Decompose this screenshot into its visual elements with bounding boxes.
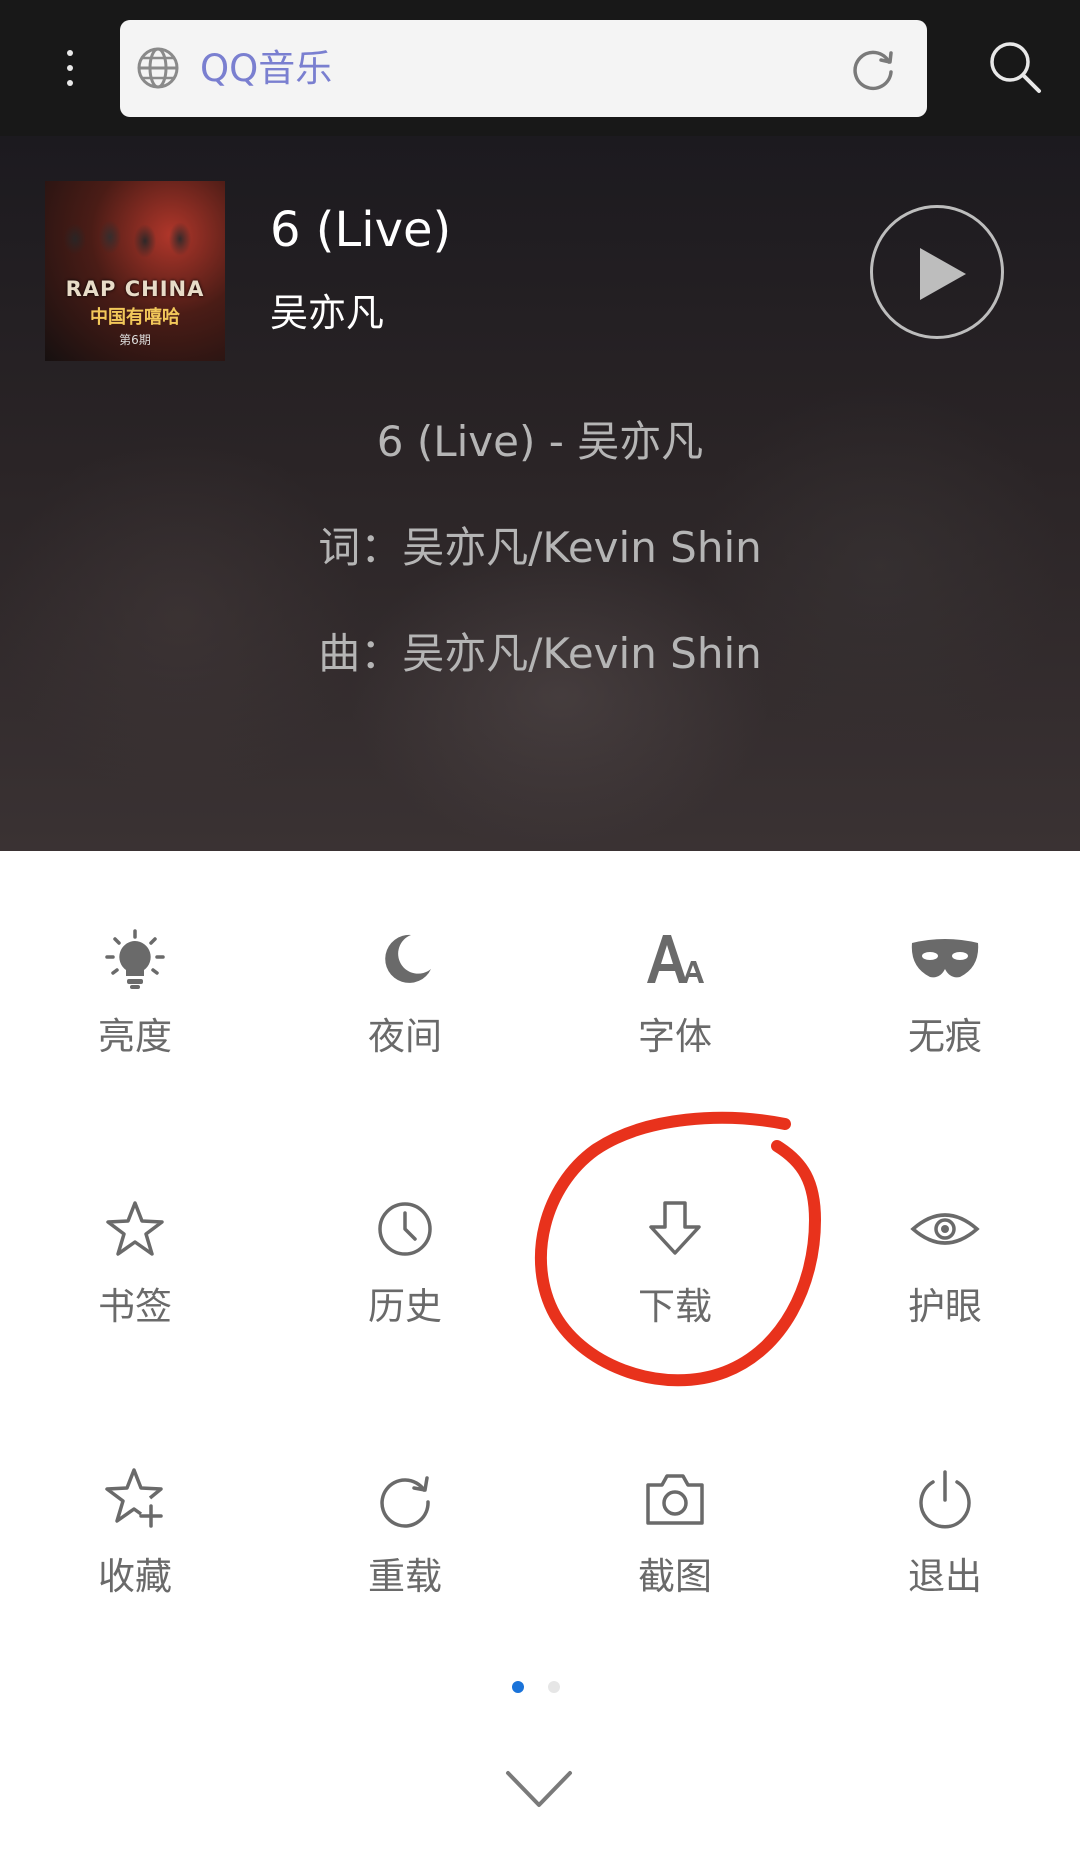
brightness-icon (100, 924, 170, 994)
song-title: 6 (Live) (270, 202, 452, 258)
menu-item-eye-care[interactable]: 护眼 (810, 1194, 1080, 1394)
menu-item-incognito[interactable]: 无痕 (810, 924, 1080, 1124)
play-icon (920, 248, 966, 300)
address-text[interactable]: QQ音乐 (200, 20, 332, 117)
album-cover[interactable]: RAP CHINA 中国有嘻哈 第6期 (45, 181, 225, 361)
menu-item-font[interactable]: 字体 (540, 924, 810, 1124)
search-icon[interactable] (984, 36, 1046, 98)
menu-item-label: 亮度 (98, 1015, 172, 1058)
menu-item-reload[interactable]: 重载 (270, 1464, 540, 1664)
menu-item-history[interactable]: 历史 (270, 1194, 540, 1394)
menu-item-download[interactable]: 下载 (540, 1194, 810, 1394)
address-bar[interactable]: QQ音乐 (120, 20, 927, 117)
download-icon (640, 1194, 710, 1264)
menu-item-label: 下载 (638, 1285, 712, 1328)
player-panel: RAP CHINA 中国有嘻哈 第6期 6 (Live) 吴亦凡 6 (Live… (0, 136, 1080, 851)
eye-icon (910, 1194, 980, 1264)
menu-item-label: 夜间 (368, 1015, 442, 1058)
cover-subtitle: 中国有嘻哈 (90, 307, 180, 328)
reload-icon (370, 1464, 440, 1534)
menu-item-label: 重载 (368, 1555, 442, 1598)
chevron-down-icon[interactable] (504, 1767, 574, 1811)
menu-item-label: 护眼 (908, 1285, 982, 1328)
menu-item-bookmark[interactable]: 书签 (0, 1194, 270, 1394)
page-indicator (512, 1681, 560, 1693)
star-icon (100, 1194, 170, 1264)
menu-item-exit[interactable]: 退出 (810, 1464, 1080, 1664)
reload-icon[interactable] (847, 42, 899, 94)
menu-item-label: 无痕 (908, 1015, 982, 1058)
page-dot-active[interactable] (512, 1681, 524, 1693)
song-artist: 吴亦凡 (270, 291, 385, 335)
font-icon (640, 924, 710, 994)
menu-item-label: 字体 (638, 1015, 712, 1058)
more-vertical-icon[interactable] (50, 40, 90, 96)
menu-item-label: 截图 (638, 1555, 712, 1598)
menu-item-label: 退出 (908, 1555, 982, 1598)
cover-issue: 第6期 (119, 333, 151, 347)
menu-item-label: 历史 (368, 1285, 442, 1328)
star-plus-icon (100, 1464, 170, 1534)
clock-icon (370, 1194, 440, 1264)
power-icon (910, 1464, 980, 1534)
play-button[interactable] (870, 205, 1004, 339)
lyric-line: 曲：吴亦凡/Kevin Shin (318, 629, 762, 678)
cover-artwork (55, 199, 215, 279)
menu-item-label: 收藏 (98, 1555, 172, 1598)
browser-toolbar: QQ音乐 (0, 0, 1080, 136)
browser-menu-sheet: 亮度 夜间 字体 无痕 书签 历史 下载 护眼 收藏 重载 截图 退出 (0, 851, 1080, 1849)
lyric-line: 6 (Live) - 吴亦凡 (376, 417, 704, 466)
menu-item-night[interactable]: 夜间 (270, 924, 540, 1124)
lyric-line: 词：吴亦凡/Kevin Shin (318, 523, 762, 572)
moon-icon (370, 924, 440, 994)
menu-item-favorite[interactable]: 收藏 (0, 1464, 270, 1664)
menu-item-brightness[interactable]: 亮度 (0, 924, 270, 1124)
mask-icon (910, 924, 980, 994)
globe-icon (137, 47, 179, 89)
menu-item-screenshot[interactable]: 截图 (540, 1464, 810, 1664)
page-dot[interactable] (548, 1681, 560, 1693)
menu-item-label: 书签 (98, 1285, 172, 1328)
camera-icon (640, 1464, 710, 1534)
cover-brand: RAP CHINA (65, 277, 205, 301)
